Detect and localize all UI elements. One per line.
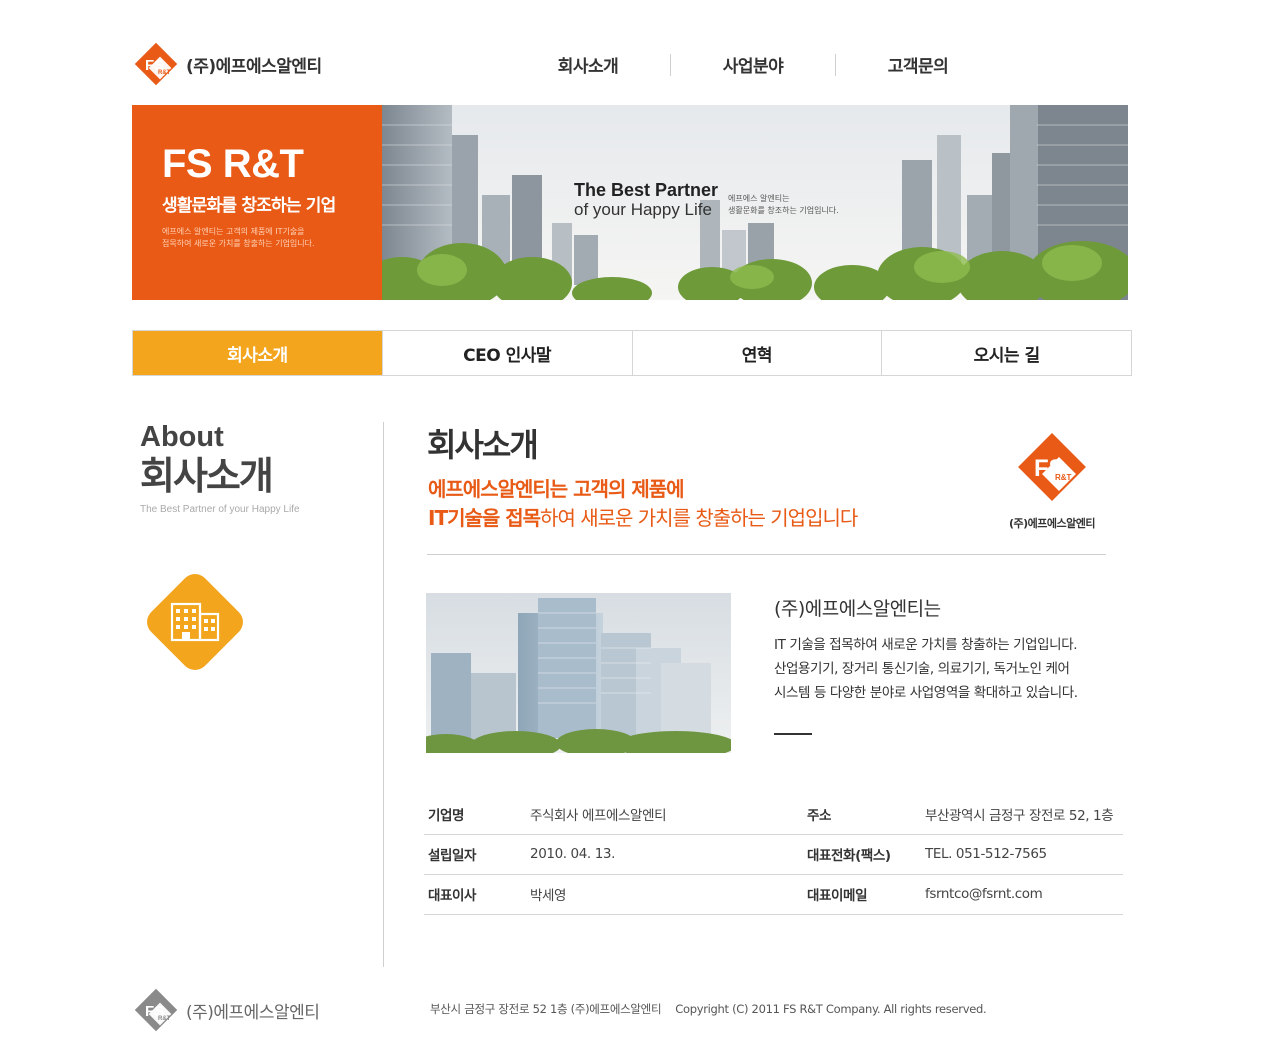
info-value-email[interactable]: fsrntco@fsrnt.com [921, 874, 1123, 915]
tab-ceo-greeting[interactable]: CEO 인사말 [381, 331, 632, 375]
footer-info: 부산시 금정구 장전로 52 1층 (주)에프에스알엔티 Copyright (C… [430, 1001, 987, 1017]
info-value: TEL. 051-512-7565 [921, 834, 1123, 875]
sub-tab-bar: 회사소개 CEO 인사말 연혁 오시는 길 [132, 330, 1132, 376]
intro-body-line: 산업용기기, 장거리 통신기술, 의료기기, 독거노인 케어 [774, 661, 1070, 677]
footer-copyright: Copyright (C) 2011 FS R&T Company. All r… [675, 1002, 987, 1016]
hero-tagline-line1: The Best Partner [574, 180, 719, 200]
section-divider [427, 554, 1106, 555]
lead-line2-rest: 하여 새로운 가치를 창출하는 기업입니다 [540, 506, 858, 530]
lead-line1: 에프에스알엔티는 고객의 제품에 [428, 477, 685, 501]
hero-tag-note-line: 생활문화를 창조하는 기업입니다. [728, 206, 839, 215]
logo-rt-text: R&T [158, 1016, 171, 1022]
nav-item-contact[interactable]: 고객문의 [836, 52, 1000, 77]
info-label: 주소 [803, 794, 921, 835]
table-row: 기업명 주식회사 에프에스알엔티 주소 부산광역시 금정구 장전로 52, 1층 [424, 794, 1123, 835]
building-icon [147, 574, 243, 670]
office-building-image [426, 593, 731, 753]
info-label: 기업명 [424, 794, 526, 835]
intro-body: IT 기술을 접목하여 새로운 가치를 창출하는 기업입니다. 산업용기기, 장… [774, 633, 1078, 705]
info-value: 부산광역시 금정구 장전로 52, 1층 [921, 794, 1123, 835]
hero-title: FS R&T [162, 142, 304, 186]
hero-tag-note: 에프에스 알엔티는 생활문화를 창조하는 기업입니다. [728, 193, 839, 217]
sidebar-heading: About 회사소개 The Best Partner of your Happ… [140, 420, 300, 515]
table-row: 설립일자 2010. 04. 13. 대표전화(팩스) TEL. 051-512… [424, 834, 1123, 875]
info-value: 2010. 04. 13. [526, 834, 803, 875]
page-title: 회사소개 [427, 426, 539, 464]
tab-directions[interactable]: 오시는 길 [881, 331, 1131, 375]
intro-body-line: IT 기술을 접목하여 새로운 가치를 창출하는 기업입니다. [774, 637, 1078, 653]
hero-description-line: 에프에스 알엔티는 고객의 제품에 IT기술을 [162, 227, 305, 236]
company-name: (주)에프에스알엔티 [186, 56, 322, 77]
lead-line2: IT기술을 접목하여 새로운 가치를 창출하는 기업입니다 [428, 504, 858, 533]
table-row: 대표이사 박세영 대표이메일 fsrntco@fsrnt.com [424, 874, 1123, 915]
logo-rt-text: R&T [158, 70, 171, 76]
header-logo[interactable]: FS R&T (주)에프에스알엔티 [132, 40, 322, 88]
hero-banner: FS R&T 생활문화를 창조하는 기업 에프에스 알엔티는 고객의 제품에 I… [132, 105, 1128, 300]
sidebar-divider [383, 422, 384, 967]
company-logo-icon: FS R&T [134, 988, 178, 1032]
hero-description-line: 접목하여 새로운 가치를 창출하는 기업입니다. [162, 239, 315, 248]
company-logo-icon: FS R&T [134, 42, 178, 86]
company-emblem-label: (주)에프에스알엔티 [1008, 517, 1096, 530]
company-emblem: FS R&T (주)에프에스알엔티 [1000, 429, 1104, 531]
logo-rt-text: R&T [1055, 473, 1072, 482]
info-label: 대표전화(팩스) [803, 834, 921, 875]
intro-heading: (주)에프에스알엔티는 [774, 598, 941, 620]
lead-text: 에프에스알엔티는 고객의 제품에 IT기술을 접목하여 새로운 가치를 창출하는… [428, 475, 858, 533]
intro-body-line: 시스템 등 다양한 분야로 사업영역을 확대하고 있습니다. [774, 685, 1078, 701]
info-label: 대표이메일 [803, 874, 921, 915]
nav-item-about[interactable]: 회사소개 [506, 52, 670, 77]
hero-subtitle: 생활문화를 창조하는 기업 [162, 196, 336, 216]
footer-company-name: (주)에프에스알엔티 [186, 1002, 320, 1023]
tab-company-intro[interactable]: 회사소개 [133, 331, 382, 375]
info-label: 설립일자 [424, 834, 526, 875]
info-value: 박세영 [526, 874, 803, 915]
hero-text-panel: FS R&T 생활문화를 창조하는 기업 에프에스 알엔티는 고객의 제품에 I… [132, 105, 382, 300]
nav-item-business[interactable]: 사업분야 [671, 52, 835, 77]
sidebar-title-en: About [140, 421, 224, 453]
lead-line2-bold: IT기술을 접목 [428, 506, 541, 530]
info-label: 대표이사 [424, 874, 526, 915]
info-value: 주식회사 에프에스알엔티 [526, 794, 803, 835]
company-info-table: 기업명 주식회사 에프에스알엔티 주소 부산광역시 금정구 장전로 52, 1층… [424, 794, 1123, 915]
sidebar-tagline: The Best Partner of your Happy Life [140, 504, 300, 515]
top-nav: 회사소개 사업분야 고객문의 [506, 52, 1000, 77]
hero-description: 에프에스 알엔티는 고객의 제품에 IT기술을 접목하여 새로운 가치를 창출하… [162, 226, 362, 250]
hero-tagline-line2: of your Happy Life [574, 200, 712, 219]
footer-logo[interactable]: FS R&T (주)에프에스알엔티 [132, 986, 320, 1034]
hero-tag-note-line: 에프에스 알엔티는 [728, 194, 790, 203]
intro-underline [774, 733, 812, 735]
sidebar-title-ko: 회사소개 [140, 454, 274, 498]
footer-address: 부산시 금정구 장전로 52 1층 (주)에프에스알엔티 [430, 1002, 662, 1016]
company-logo-icon: FS R&T [1018, 433, 1086, 501]
tab-history[interactable]: 연혁 [631, 331, 882, 375]
hero-tagline: The Best Partner of your Happy Life 에프에스… [574, 180, 839, 219]
